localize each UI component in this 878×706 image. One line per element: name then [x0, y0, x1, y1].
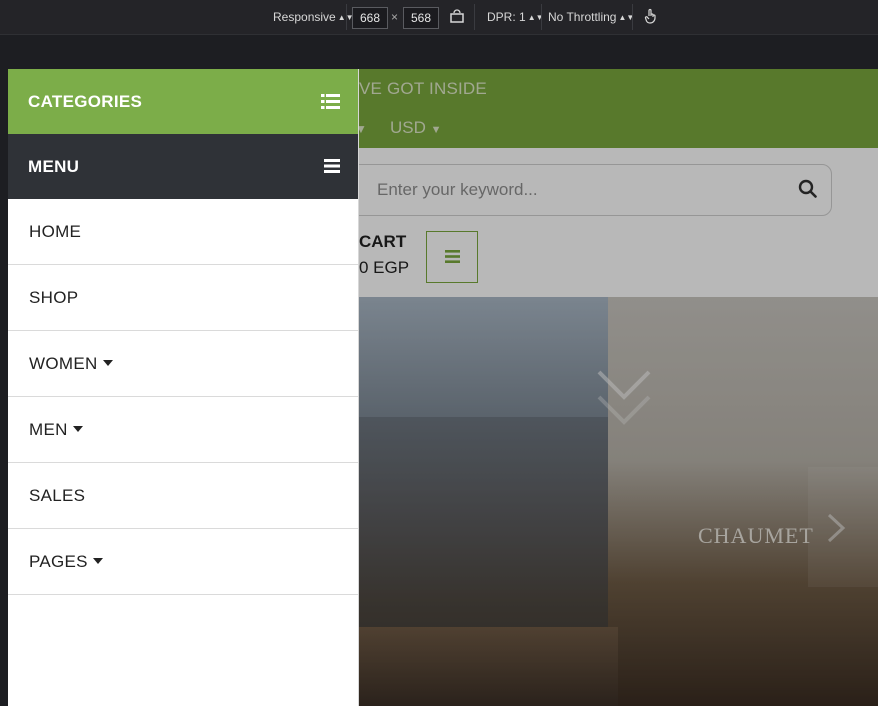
viewport-gutter [0, 35, 878, 69]
menu-item-label: HOME [29, 222, 82, 241]
hamburger-icon [324, 159, 340, 173]
menu-item-label: PAGES [29, 552, 88, 571]
page-viewport: VE GOT INSIDE ▼ USD ▼ Enter your keyword… [8, 69, 878, 706]
throttling-label: No Throttling [548, 10, 617, 24]
menu-item-label: SALES [29, 486, 86, 505]
divider [541, 4, 542, 30]
categories-label: CATEGORIES [28, 92, 143, 111]
menu-item-sales[interactable]: SALES [8, 463, 358, 529]
devtools-toolbar: Responsive▲▼ 668 × 568 DPR: 1▲▼ No Throt… [0, 0, 878, 35]
side-drawer: CATEGORIES MENU HOME SHOP WOMEN MEN SALE… [8, 69, 359, 706]
menu-header[interactable]: MENU [8, 134, 358, 199]
caret-down-icon [102, 360, 113, 366]
divider [346, 4, 347, 30]
device-label: Responsive [273, 10, 336, 24]
menu-item-label: MEN [29, 420, 68, 439]
height-input[interactable]: 568 [403, 7, 439, 29]
menu-item-pages[interactable]: PAGES [8, 529, 358, 595]
device-select[interactable]: Responsive▲▼ [273, 9, 354, 25]
width-input[interactable]: 668 [352, 7, 388, 29]
menu-item-shop[interactable]: SHOP [8, 265, 358, 331]
touch-icon[interactable] [644, 8, 658, 24]
caret-down-icon [72, 426, 83, 432]
dimension-times: × [391, 10, 399, 24]
divider [632, 4, 633, 30]
dpr-select[interactable]: DPR: 1 ▲▼ [487, 9, 544, 25]
menu-item-label: WOMEN [29, 354, 98, 373]
categories-header[interactable]: CATEGORIES [8, 69, 358, 134]
rotate-icon[interactable] [450, 8, 464, 24]
list-icon [321, 94, 340, 109]
menu-item-women[interactable]: WOMEN [8, 331, 358, 397]
throttling-select[interactable]: No Throttling ▲▼ [548, 9, 634, 25]
menu-list: HOME SHOP WOMEN MEN SALES PAGES [8, 199, 358, 595]
divider [474, 4, 475, 30]
menu-item-men[interactable]: MEN [8, 397, 358, 463]
menu-label: MENU [28, 157, 80, 176]
caret-down-icon [92, 558, 103, 564]
dpr-label: DPR: 1 [487, 10, 526, 24]
menu-item-label: SHOP [29, 288, 79, 307]
menu-item-home[interactable]: HOME [8, 199, 358, 265]
